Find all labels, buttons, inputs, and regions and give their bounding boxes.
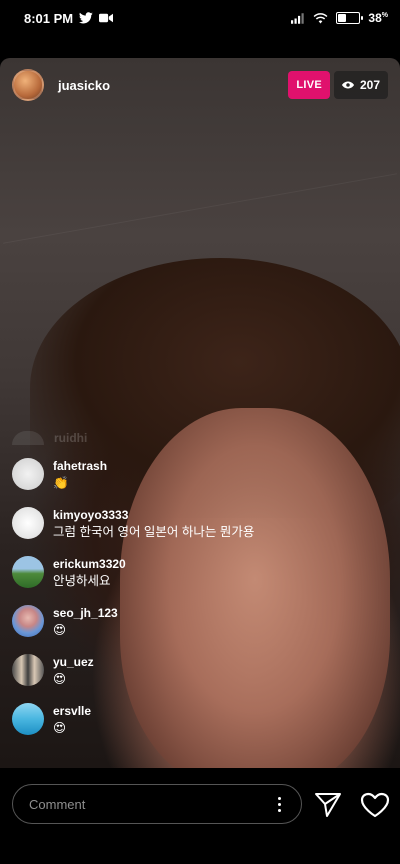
avatar[interactable] bbox=[12, 703, 44, 735]
wifi-icon bbox=[313, 12, 328, 24]
comment-username[interactable]: fahetrash bbox=[53, 458, 107, 474]
status-bar-right: 38% bbox=[291, 11, 388, 25]
send-icon[interactable] bbox=[314, 792, 342, 823]
comment-item: erickum3320 안녕하세요 bbox=[12, 556, 342, 590]
battery-icon bbox=[336, 12, 364, 24]
host-avatar[interactable] bbox=[12, 69, 44, 101]
comment-username[interactable]: erickum3320 bbox=[53, 556, 126, 572]
comment-username[interactable]: ersvlle bbox=[53, 703, 91, 719]
comment-item: seo_jh_123 😍 bbox=[12, 605, 342, 639]
status-bar-left: 8:01 PM bbox=[24, 10, 114, 26]
viewer-count[interactable]: 207 bbox=[333, 71, 388, 99]
video-camera-icon bbox=[99, 13, 114, 23]
avatar[interactable] bbox=[12, 556, 44, 588]
comment-item: yu_uez 😍 bbox=[12, 654, 342, 688]
comment-message: 😍 bbox=[53, 721, 67, 735]
faded-comment: ruidhi bbox=[12, 428, 342, 448]
twitter-icon bbox=[79, 12, 93, 24]
battery-percent: 38% bbox=[368, 11, 388, 25]
comment-list: ruidhi fahetrash 👏 kimyoyo3333 그럼 한국어 영어… bbox=[12, 428, 342, 752]
avatar[interactable] bbox=[12, 654, 44, 686]
comment-message: 😍 bbox=[53, 623, 67, 637]
heart-icon[interactable] bbox=[360, 792, 390, 823]
comment-message: 안녕하세요 bbox=[53, 574, 111, 588]
video-wall-line bbox=[2, 173, 398, 244]
signal-icon bbox=[291, 12, 305, 24]
comment-text: yu_uez 😍 bbox=[53, 654, 94, 688]
comment-message: 👏 bbox=[53, 476, 69, 490]
comment-message: 😍 bbox=[53, 672, 67, 686]
comment-username[interactable]: seo_jh_123 bbox=[53, 605, 118, 621]
bottom-bar bbox=[0, 768, 400, 864]
comment-username[interactable]: yu_uez bbox=[53, 654, 94, 670]
comment-input[interactable] bbox=[29, 796, 271, 812]
comment-username: ruidhi bbox=[54, 431, 88, 445]
comment-item: kimyoyo3333 그럼 한국어 영어 일본어 하나는 뭔가용 bbox=[12, 507, 342, 541]
avatar[interactable] bbox=[12, 507, 44, 539]
live-header: juasicko LIVE 207 bbox=[12, 68, 388, 102]
comment-text: kimyoyo3333 그럼 한국어 영어 일본어 하나는 뭔가용 bbox=[53, 507, 254, 541]
comment-item: fahetrash 👏 bbox=[12, 458, 342, 492]
live-badge: LIVE bbox=[288, 71, 330, 99]
status-time: 8:01 PM bbox=[24, 10, 74, 26]
comment-username[interactable]: kimyoyo3333 bbox=[53, 507, 254, 523]
comment-box[interactable] bbox=[12, 784, 302, 824]
comment-message: 그럼 한국어 영어 일본어 하나는 뭔가용 bbox=[53, 525, 255, 539]
eye-icon bbox=[341, 78, 354, 92]
comment-text: seo_jh_123 😍 bbox=[53, 605, 118, 639]
comment-text: fahetrash 👏 bbox=[53, 458, 107, 492]
avatar[interactable] bbox=[12, 605, 44, 637]
host-username[interactable]: juasicko bbox=[58, 78, 110, 93]
more-options-icon[interactable] bbox=[271, 796, 287, 812]
comment-text: ersvlle 😍 bbox=[53, 703, 91, 737]
comment-text: erickum3320 안녕하세요 bbox=[53, 556, 126, 590]
comment-item: ersvlle 😍 bbox=[12, 703, 342, 737]
viewer-count-value: 207 bbox=[359, 78, 380, 92]
avatar bbox=[12, 431, 44, 445]
avatar[interactable] bbox=[12, 458, 44, 490]
status-bar: 8:01 PM 38% bbox=[0, 0, 400, 36]
